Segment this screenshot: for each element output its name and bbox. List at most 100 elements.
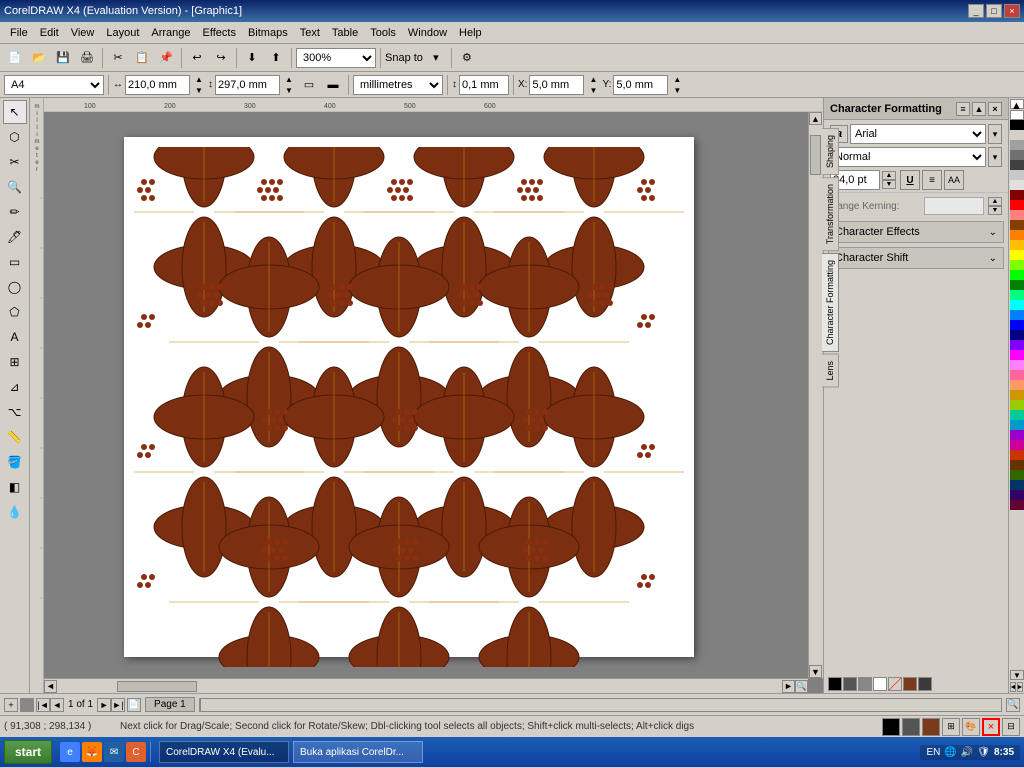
x-up[interactable]: ▲: [586, 74, 600, 85]
export-button[interactable]: ⬆: [265, 47, 287, 69]
crop-tool[interactable]: ✂: [3, 150, 27, 174]
hscroll-thumb[interactable]: [117, 681, 197, 692]
panel-close-btn[interactable]: ×: [988, 102, 1002, 116]
palette-scroll-up[interactable]: ▲: [1010, 99, 1024, 109]
color-amber[interactable]: [1010, 240, 1024, 250]
zoom-status-btn[interactable]: 🔍: [1006, 698, 1020, 712]
close-button[interactable]: ×: [1004, 4, 1020, 18]
x-pos-input[interactable]: [529, 75, 584, 95]
snap-dropdown[interactable]: ▾: [425, 47, 447, 69]
dropper-tool[interactable]: 💧: [3, 500, 27, 524]
menu-edit[interactable]: Edit: [34, 25, 65, 41]
palette-next-btn[interactable]: ►: [1017, 682, 1023, 692]
landscape-btn[interactable]: ▬: [322, 74, 344, 96]
scroll-left-btn[interactable]: ◄: [44, 680, 57, 693]
page-size-combo[interactable]: A4: [4, 75, 104, 95]
gray-swatch[interactable]: [843, 677, 857, 691]
size-up-btn[interactable]: ▲: [882, 171, 896, 180]
color-blue-light[interactable]: [1010, 310, 1024, 320]
menu-text[interactable]: Text: [294, 25, 326, 41]
taskbar-app2[interactable]: Buka aplikasi CorelDr...: [293, 741, 423, 763]
ie-btn[interactable]: e: [60, 742, 80, 762]
open-button[interactable]: 📂: [28, 47, 50, 69]
color-sky[interactable]: [1010, 420, 1024, 430]
select-tool[interactable]: ↖: [3, 100, 27, 124]
bottom-grid-btn[interactable]: ⊟: [1002, 718, 1020, 736]
width-down[interactable]: ▼: [192, 85, 206, 96]
color-blue[interactable]: [1010, 320, 1024, 330]
bottom-black-swatch[interactable]: [882, 718, 900, 736]
x-down[interactable]: ▼: [586, 85, 600, 96]
fill-tool[interactable]: 🪣: [3, 450, 27, 474]
menu-bitmaps[interactable]: Bitmaps: [242, 25, 294, 41]
vscrollbar[interactable]: ▲ ▼: [808, 112, 823, 678]
import-button[interactable]: ⬇: [241, 47, 263, 69]
zoom-tool[interactable]: 🔍: [3, 175, 27, 199]
y-down[interactable]: ▼: [670, 85, 684, 96]
white-swatch[interactable]: [873, 677, 887, 691]
scroll-right-btn[interactable]: ►: [782, 680, 795, 693]
units-combo[interactable]: millimetres: [353, 75, 443, 95]
connector-tool[interactable]: ⌥: [3, 400, 27, 424]
color-gray6[interactable]: [1010, 180, 1024, 190]
nudge-input[interactable]: [459, 75, 509, 95]
save-button[interactable]: 💾: [52, 47, 74, 69]
color-darkorange[interactable]: [1010, 220, 1024, 230]
portrait-btn[interactable]: ▭: [298, 74, 320, 96]
color-yellow-green[interactable]: [1010, 260, 1024, 270]
page-tab[interactable]: Page 1: [145, 697, 195, 712]
bottom-pattern-btn[interactable]: ⊞: [942, 718, 960, 736]
color-darkgreen[interactable]: [1010, 280, 1024, 290]
palette-scroll-down[interactable]: ▼: [1010, 670, 1024, 680]
color-gray3[interactable]: [1010, 150, 1024, 160]
bottom-brown-swatch[interactable]: [922, 718, 940, 736]
menu-arrange[interactable]: Arrange: [145, 25, 196, 41]
menu-window[interactable]: Window: [402, 25, 453, 41]
height-up[interactable]: ▲: [282, 74, 296, 85]
shaping-tab[interactable]: Shaping: [822, 128, 839, 175]
caps-btn[interactable]: AA: [944, 170, 964, 190]
font-style-combo[interactable]: Normal: [830, 147, 986, 167]
insert-page-btn[interactable]: 📄: [127, 698, 141, 712]
redo-button[interactable]: ↪: [210, 47, 232, 69]
text-tool[interactable]: A: [3, 325, 27, 349]
add-page-btn[interactable]: +: [4, 698, 18, 712]
cdr-quick-btn[interactable]: C: [126, 742, 146, 762]
underline-btn[interactable]: U: [900, 170, 920, 190]
color-pink[interactable]: [1010, 360, 1024, 370]
lens-tab[interactable]: Lens: [822, 354, 839, 388]
med-gray-swatch[interactable]: [858, 677, 872, 691]
color-gray4[interactable]: [1010, 160, 1024, 170]
color-maroon[interactable]: [1010, 500, 1024, 510]
ellipse-tool[interactable]: ◯: [3, 275, 27, 299]
character-shift-header[interactable]: Character Shift ⌄: [828, 247, 1004, 269]
measure-tool[interactable]: 📏: [3, 425, 27, 449]
char-formatting-tab[interactable]: Character Formatting: [822, 253, 839, 352]
copy-button[interactable]: 📋: [131, 47, 153, 69]
table-tool[interactable]: ⊞: [3, 350, 27, 374]
color-black[interactable]: [1010, 120, 1024, 130]
color-navy[interactable]: [1010, 480, 1024, 490]
color-hot-pink[interactable]: [1010, 440, 1024, 450]
color-yellow[interactable]: [1010, 250, 1024, 260]
cut-button[interactable]: ✂: [107, 47, 129, 69]
parallel-tool[interactable]: ⊿: [3, 375, 27, 399]
freehand-tool[interactable]: ✏: [3, 200, 27, 224]
color-teal-green[interactable]: [1010, 290, 1024, 300]
new-button[interactable]: 📄: [4, 47, 26, 69]
zoom-combo[interactable]: 300%: [296, 48, 376, 68]
rectangle-tool[interactable]: ▭: [3, 250, 27, 274]
bottom-gray-swatch[interactable]: [902, 718, 920, 736]
color-darkred[interactable]: [1010, 190, 1024, 200]
menu-tools[interactable]: Tools: [364, 25, 402, 41]
color-lime[interactable]: [1010, 400, 1024, 410]
color-red[interactable]: [1010, 200, 1024, 210]
minimize-button[interactable]: _: [968, 4, 984, 18]
color-brown[interactable]: [1010, 460, 1024, 470]
width-input[interactable]: [125, 75, 190, 95]
color-purple[interactable]: [1010, 340, 1024, 350]
kerning-down-btn[interactable]: ▼: [988, 206, 1002, 215]
outlook-btn[interactable]: ✉: [104, 742, 124, 762]
kerning-up-btn[interactable]: ▲: [988, 197, 1002, 206]
color-violet[interactable]: [1010, 430, 1024, 440]
